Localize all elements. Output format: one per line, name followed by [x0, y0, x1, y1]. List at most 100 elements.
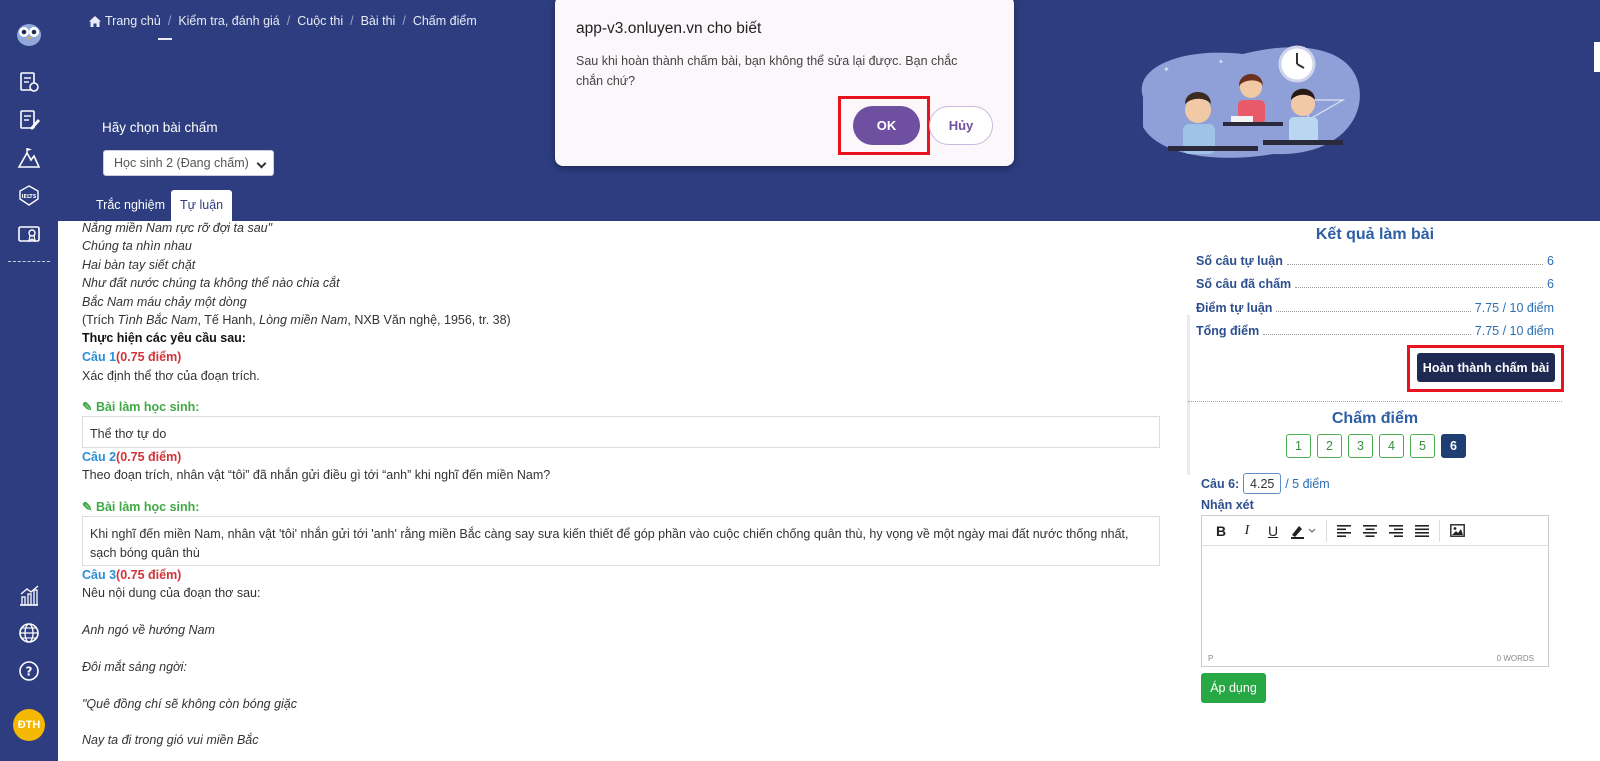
- student-select[interactable]: Học sinh 2 (Đang chấm): [103, 150, 274, 176]
- question-number-button[interactable]: 5: [1410, 434, 1435, 458]
- breadcrumb: Trang chủ / Kiểm tra, đánh giá / Cuộc th…: [89, 14, 477, 28]
- exam-icon[interactable]: [17, 70, 41, 94]
- comment-textarea[interactable]: [1202, 546, 1548, 654]
- align-right-icon[interactable]: [1383, 520, 1409, 542]
- underline-icon[interactable]: U: [1260, 520, 1286, 542]
- question-label: Câu 2(0.75 điểm): [82, 450, 182, 464]
- question-text: Nêu nội dung của đoạn thơ sau:: [82, 586, 261, 600]
- poem-line: Hai bàn tay siết chặt: [82, 258, 196, 272]
- poem-line: Anh ngó về hướng Nam: [82, 623, 215, 637]
- breadcrumb-grading: Chấm điểm: [412, 14, 477, 28]
- editor-path: P: [1208, 654, 1214, 663]
- question-label: Câu 1(0.75 điểm): [82, 350, 182, 364]
- scrollbar[interactable]: [1594, 42, 1600, 72]
- breadcrumb-exam[interactable]: Bài thi: [361, 14, 396, 28]
- breadcrumb-separator: /: [286, 14, 291, 28]
- poem-line: Bắc Nam máu chảy một dòng: [82, 295, 247, 309]
- align-justify-icon[interactable]: [1409, 520, 1435, 542]
- question-content: Nắng miền Nam rực rỡ đợi ta sau" Chúng t…: [82, 221, 1162, 761]
- dialog-title: app-v3.onluyen.vn cho biết: [576, 20, 762, 37]
- home-icon: [89, 15, 101, 27]
- mountain-icon[interactable]: [17, 146, 41, 170]
- stat-graded-count: Số câu đã chấm 6: [1196, 277, 1554, 291]
- tab-essay[interactable]: Tự luận: [171, 190, 233, 221]
- question-number-button[interactable]: 2: [1317, 434, 1342, 458]
- poem-line: Như đất nước chúng ta không thể nào chia…: [82, 276, 340, 290]
- dialog-message: Sau khi hoàn thành chấm bài, bạn không t…: [576, 54, 958, 88]
- poem-citation: (Trích Tình Bắc Nam, Tế Hanh, Lòng miền …: [82, 313, 511, 327]
- breadcrumb-separator: /: [402, 14, 406, 28]
- highlight-color-icon[interactable]: [1286, 520, 1322, 542]
- score-row: Câu 6: 4.25 / 5 điểm: [1201, 473, 1330, 494]
- choose-submission-label: Hãy chọn bài chấm: [102, 120, 218, 135]
- tab-multiple-choice[interactable]: Trắc nghiệm: [90, 190, 171, 221]
- poem-line: Nắng miền Nam rực rỡ đợi ta sau": [82, 221, 273, 235]
- question-number-button[interactable]: 3: [1348, 434, 1373, 458]
- question-number-list: 1 2 3 4 5 6: [1286, 434, 1466, 458]
- bold-icon[interactable]: B: [1208, 520, 1234, 542]
- help-icon[interactable]: ?: [17, 659, 41, 683]
- stat-total-score: Tổng điểm 7.75 / 10 điểm: [1196, 324, 1554, 338]
- edit-doc-icon[interactable]: [17, 108, 41, 132]
- question-number-button[interactable]: 4: [1379, 434, 1404, 458]
- grading-title: Chấm điểm: [1331, 410, 1419, 427]
- toolbar-separator: [1439, 519, 1440, 542]
- student-answer-label: ✎ Bài làm học sinh:: [82, 400, 200, 414]
- poem-line: "Quê đồng chí sẽ không còn bóng giặc: [82, 697, 298, 711]
- students-illustration: ✦ ✦: [1141, 45, 1360, 158]
- confirm-dialog: app-v3.onluyen.vn cho biết Sau khi hoàn …: [555, 0, 1014, 166]
- ok-button-highlight: [838, 96, 930, 155]
- page-title-fragment: [158, 38, 172, 46]
- poem-line: Nay ta đi trong gió vui miền Bắc: [82, 733, 259, 747]
- edit-icon: ✎: [82, 400, 96, 414]
- editor-statusbar: P 0 WORDS: [1202, 654, 1548, 666]
- stat-essay-score: Điểm tự luận 7.75 / 10 điểm: [1196, 301, 1554, 315]
- cancel-button[interactable]: Hủy: [929, 106, 993, 145]
- ielts-icon[interactable]: IELTS: [17, 184, 41, 208]
- breadcrumb-assessment[interactable]: Kiểm tra, đánh giá: [178, 14, 279, 28]
- svg-text:?: ?: [26, 665, 33, 679]
- student-answer: Thể thơ tự do: [82, 416, 1160, 448]
- breadcrumb-separator: /: [167, 14, 172, 28]
- apply-button[interactable]: Áp dụng: [1201, 673, 1266, 703]
- results-title: Kết quả làm bài: [1315, 226, 1435, 243]
- comment-editor: B I U P 0 WORDS: [1201, 515, 1549, 667]
- word-count: 0 WORDS: [1496, 654, 1534, 663]
- italic-icon[interactable]: I: [1234, 520, 1260, 542]
- score-max: / 5 điểm: [1285, 476, 1330, 491]
- sidebar: IELTS ? ĐTH: [0, 0, 58, 761]
- breadcrumb-contest[interactable]: Cuộc thi: [297, 14, 343, 28]
- question-number-button[interactable]: 1: [1286, 434, 1311, 458]
- score-input[interactable]: 4.25: [1243, 473, 1282, 494]
- image-icon[interactable]: [1444, 520, 1470, 542]
- svg-text:✦: ✦: [1218, 58, 1224, 66]
- edit-icon: ✎: [82, 500, 96, 514]
- student-answer-label: ✎ Bài làm học sinh:: [82, 500, 200, 514]
- align-left-icon[interactable]: [1331, 520, 1357, 542]
- toolbar-separator: [1326, 519, 1327, 542]
- question-text: Xác định thể thơ của đoạn trích.: [82, 369, 260, 383]
- logo-owl-icon[interactable]: [14, 18, 44, 48]
- chevron-down-icon: [256, 158, 267, 169]
- svg-text:IELTS: IELTS: [22, 194, 37, 200]
- align-center-icon[interactable]: [1357, 520, 1383, 542]
- question-text: Theo đoạn trích, nhân vật “tôi” đã nhắn …: [82, 468, 551, 482]
- poem-line: Chúng ta nhìn nhau: [82, 239, 192, 253]
- poem-line: Đôi mắt sáng ngời:: [82, 660, 187, 674]
- student-answer: Khi nghĩ đến miền Nam, nhân vật 'tôi' nh…: [82, 516, 1160, 566]
- avatar[interactable]: ĐTH: [13, 709, 45, 741]
- student-select-value: Học sinh 2 (Đang chấm): [114, 156, 249, 170]
- divider: [1188, 401, 1562, 402]
- stat-essay-count: Số câu tự luận 6: [1196, 254, 1554, 268]
- editor-toolbar: B I U: [1202, 516, 1548, 546]
- question-label: Câu 3(0.75 điểm): [82, 568, 182, 582]
- comment-label: Nhận xét: [1201, 498, 1254, 512]
- breadcrumb-home[interactable]: Trang chủ: [105, 14, 161, 28]
- globe-icon[interactable]: [17, 621, 41, 645]
- question-number-button-active[interactable]: 6: [1441, 434, 1466, 458]
- stats-icon[interactable]: [17, 584, 41, 608]
- sidebar-divider: [8, 261, 50, 262]
- score-label: Câu 6:: [1201, 476, 1240, 491]
- requirements-heading: Thực hiện các yêu cầu sau:: [82, 331, 246, 345]
- certificate-icon[interactable]: [17, 222, 41, 246]
